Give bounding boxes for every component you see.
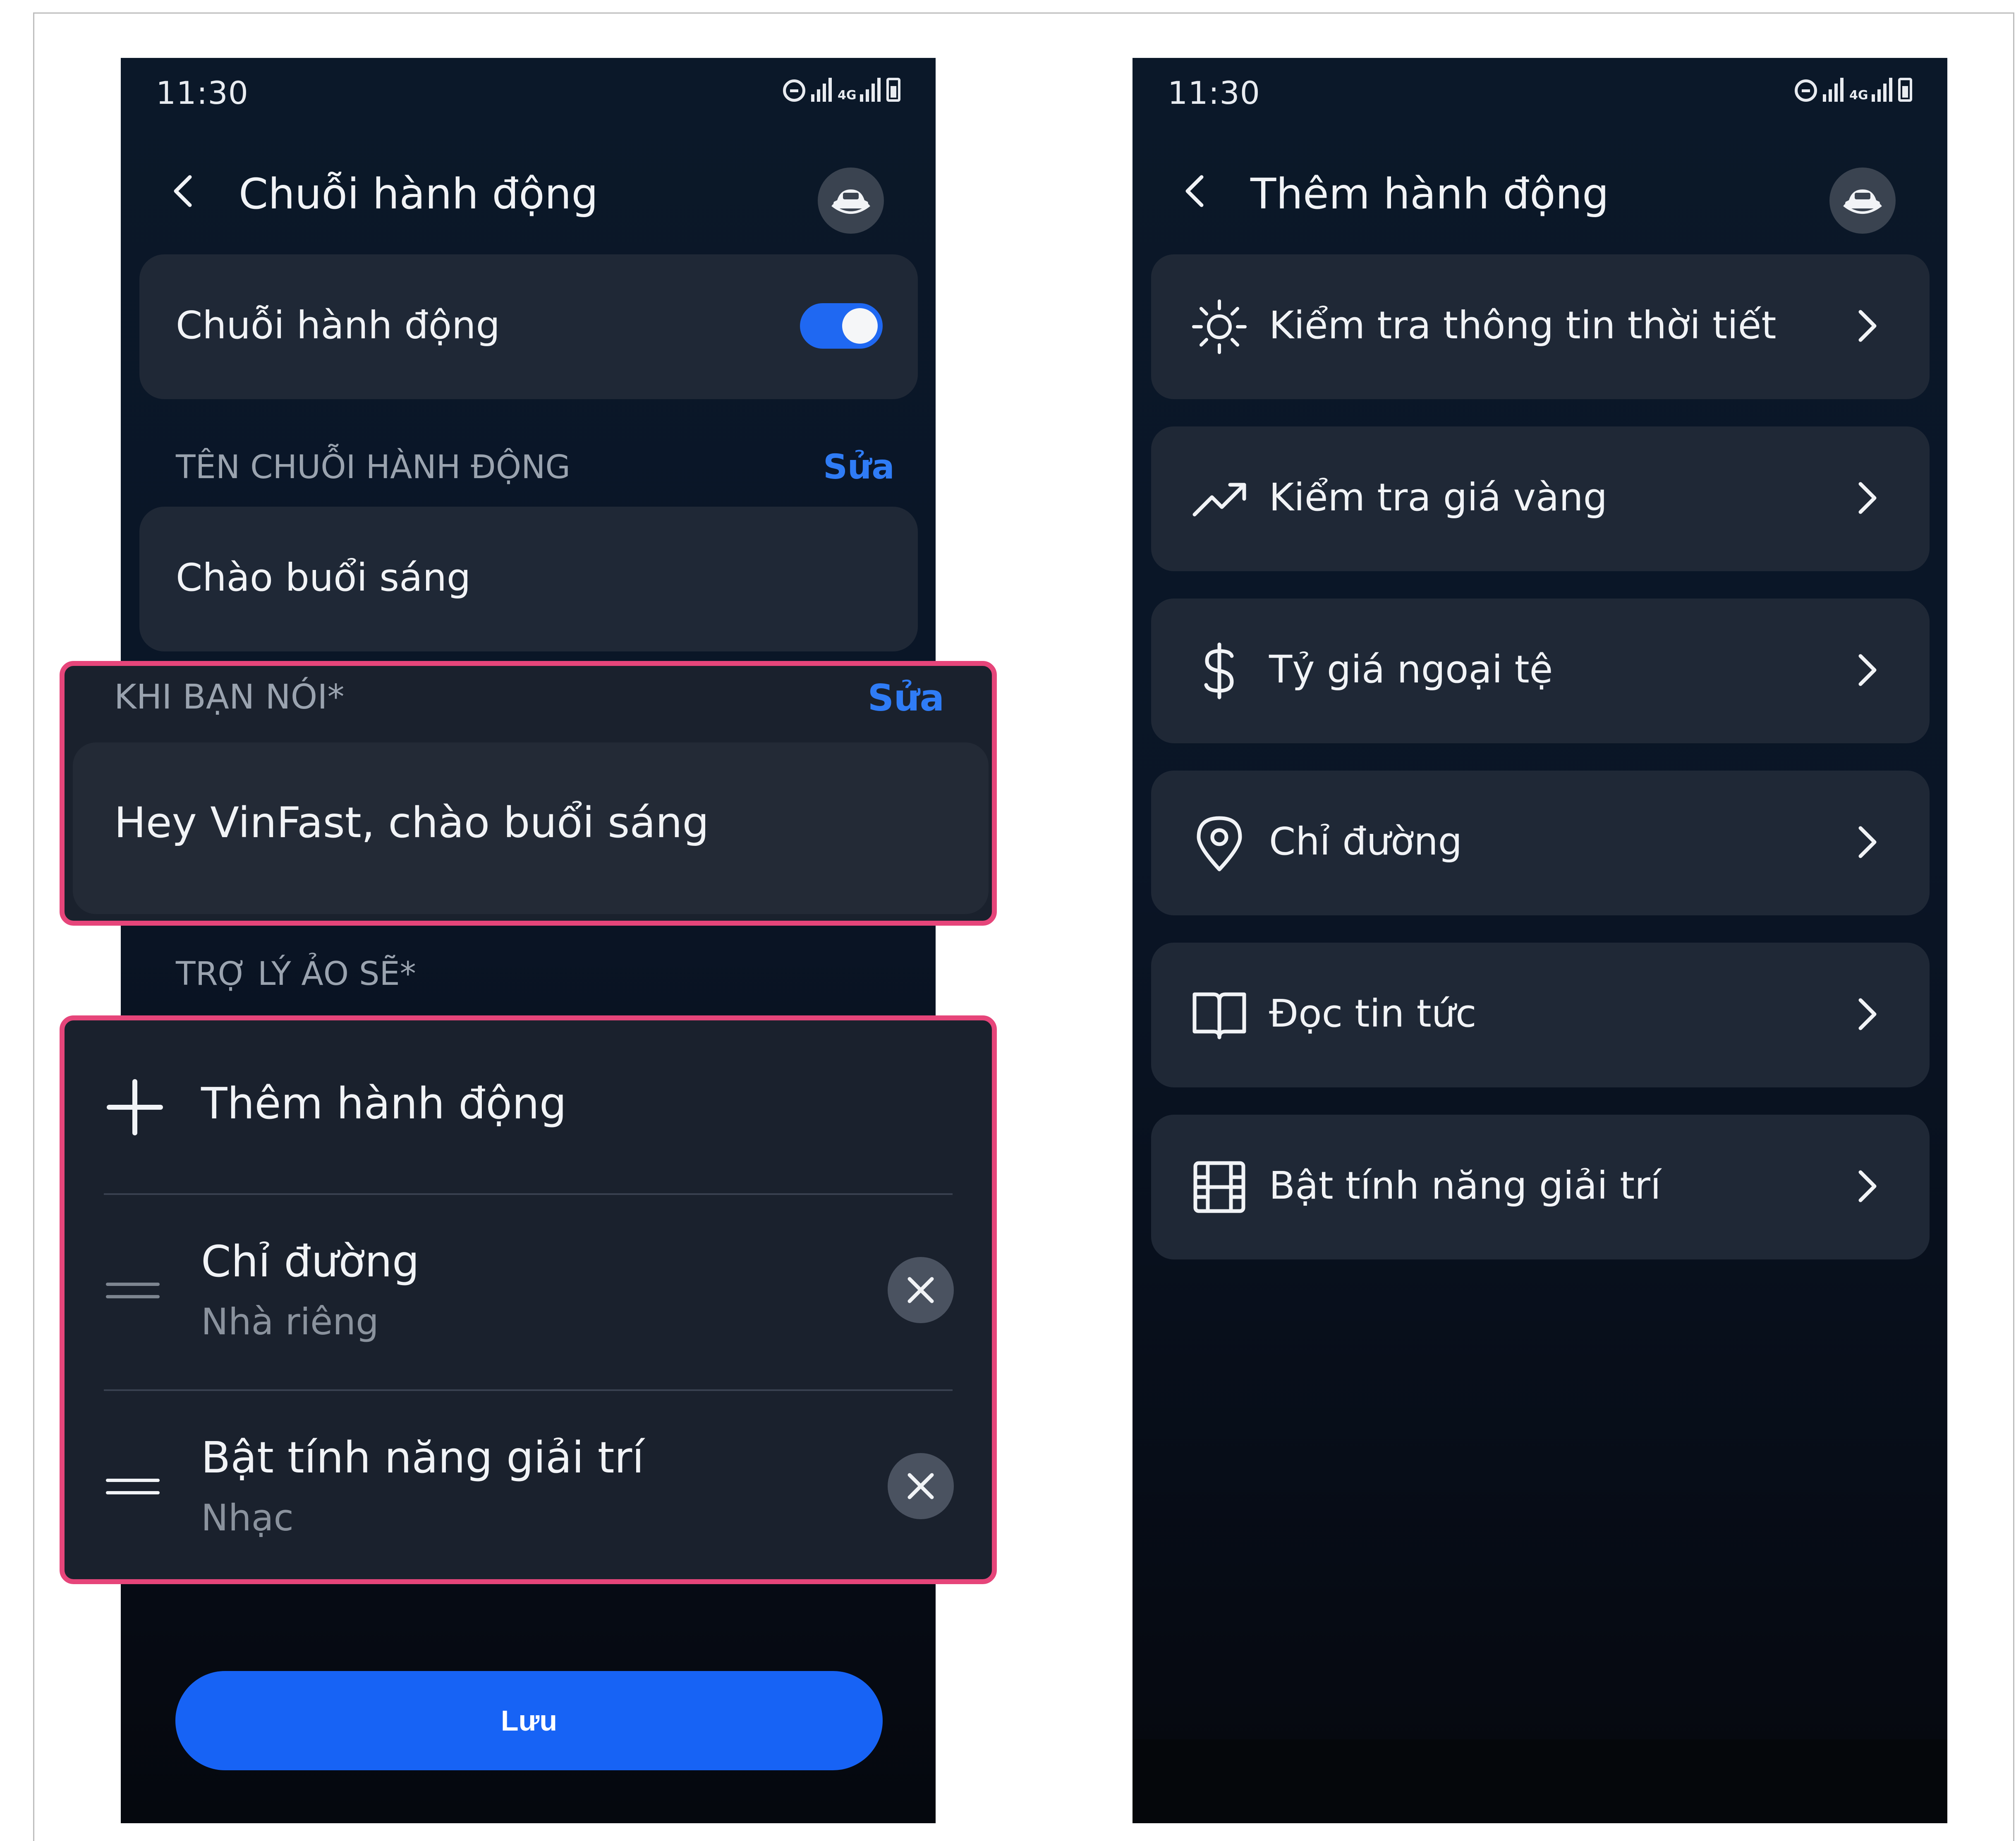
car-avatar-icon[interactable]: [1829, 168, 1896, 234]
add-action-label: Thêm hành động: [201, 1078, 567, 1129]
chevron-right-icon: [1855, 479, 1880, 517]
header: Chuỗi hành động: [121, 149, 936, 234]
edit-trigger-link[interactable]: Sửa: [868, 677, 944, 719]
signal-icon: [1823, 78, 1844, 102]
remove-action-button[interactable]: [888, 1453, 954, 1519]
page-title: Thêm hành động: [1250, 170, 1609, 219]
location-pin-icon: [1188, 812, 1250, 874]
action-item-title: Bật tính năng giải trí: [201, 1432, 644, 1483]
close-icon: [907, 1473, 934, 1499]
trigger-phrase-value: Hey VinFast, chào buổi sáng: [114, 798, 709, 847]
drag-handle-icon[interactable]: [106, 1278, 160, 1302]
menu-item-label: Kiểm tra thông tin thời tiết: [1269, 303, 1777, 347]
assistant-actions-label: TRỢ LÝ ẢO SẼ*: [176, 955, 416, 993]
action-item[interactable]: Bật tính năng giải trí Nhạc: [65, 1391, 992, 1581]
status-time: 11:30: [1168, 74, 1261, 111]
status-icons: 4G: [1795, 78, 1912, 102]
signal-icon: [860, 78, 881, 102]
menu-item-label: Chỉ đường: [1269, 819, 1463, 864]
chevron-right-icon: [1855, 1168, 1880, 1205]
network-4g-icon: 4G: [838, 88, 857, 103]
status-time: 11:30: [156, 74, 249, 111]
book-icon: [1188, 984, 1250, 1046]
signal-icon: [811, 78, 832, 102]
menu-item-label: Tỷ giá ngoại tệ: [1269, 647, 1553, 692]
edit-chain-name-link[interactable]: Sửa: [823, 448, 895, 487]
menu-item-exchange-rate[interactable]: Tỷ giá ngoại tệ: [1151, 599, 1930, 743]
save-button[interactable]: Lưu: [175, 1671, 883, 1770]
drag-handle-icon[interactable]: [106, 1474, 160, 1499]
chain-name-label: TÊN CHUỖI HÀNH ĐỘNG: [176, 449, 570, 486]
dollar-icon: [1188, 640, 1250, 702]
status-icons: 4G: [783, 78, 900, 102]
chain-name-card: Chào buổi sáng: [139, 507, 918, 651]
chevron-right-icon: [1855, 824, 1880, 861]
menu-item-weather[interactable]: Kiểm tra thông tin thời tiết: [1151, 254, 1930, 399]
battery-icon: [1898, 78, 1912, 102]
page-title: Chuỗi hành động: [239, 170, 599, 219]
action-item-subtitle: Nhạc: [201, 1496, 294, 1539]
signal-icon: [1872, 78, 1892, 102]
trigger-phrase-card: Hey VinFast, chào buổi sáng: [73, 742, 989, 914]
do-not-disturb-icon: [783, 79, 805, 102]
do-not-disturb-icon: [1795, 79, 1817, 102]
actions-list-highlight: Thêm hành động Chỉ đường Nhà riêng Bật t…: [60, 1015, 997, 1584]
battery-icon: [886, 78, 900, 102]
trigger-label: KHI BẠN NÓI*: [114, 678, 345, 717]
chevron-right-icon: [1855, 307, 1880, 345]
menu-item-entertainment[interactable]: Bật tính năng giải trí: [1151, 1115, 1930, 1259]
toggle-label: Chuỗi hành động: [176, 303, 500, 347]
sun-icon: [1188, 296, 1250, 358]
chevron-right-icon: [1855, 651, 1880, 689]
back-icon[interactable]: [1182, 175, 1207, 208]
add-action-row[interactable]: Thêm hành động: [65, 1020, 992, 1190]
network-4g-icon: 4G: [1849, 88, 1868, 103]
menu-item-label: Kiểm tra giá vàng: [1269, 475, 1607, 520]
menu-item-news[interactable]: Đọc tin tức: [1151, 943, 1930, 1087]
chevron-right-icon: [1855, 996, 1880, 1033]
action-chain-toggle-card: Chuỗi hành động: [139, 254, 918, 399]
action-item[interactable]: Chỉ đường Nhà riêng: [65, 1195, 992, 1389]
plus-icon: [106, 1078, 164, 1136]
action-chain-toggle[interactable]: [800, 303, 883, 349]
action-item-subtitle: Nhà riêng: [201, 1300, 379, 1343]
remove-action-button[interactable]: [888, 1257, 954, 1323]
right-phone-screen: 11:30 4G Thêm hành động Kiểm tra thông t…: [1133, 58, 1947, 1823]
trend-up-icon: [1188, 468, 1250, 530]
header: Thêm hành động: [1133, 149, 1947, 234]
menu-item-directions[interactable]: Chỉ đường: [1151, 771, 1930, 915]
close-icon: [907, 1277, 934, 1303]
menu-item-label: Đọc tin tức: [1269, 991, 1477, 1036]
menu-item-label: Bật tính năng giải trí: [1269, 1163, 1661, 1208]
menu-item-gold-price[interactable]: Kiểm tra giá vàng: [1151, 426, 1930, 571]
car-avatar-icon[interactable]: [818, 168, 884, 234]
film-icon: [1188, 1156, 1250, 1218]
trigger-phrase-highlight: KHI BẠN NÓI* Sửa Hey VinFast, chào buổi …: [60, 661, 997, 926]
action-item-title: Chỉ đường: [201, 1236, 419, 1287]
back-icon[interactable]: [170, 175, 195, 208]
chain-name-value: Chào buổi sáng: [176, 555, 471, 600]
